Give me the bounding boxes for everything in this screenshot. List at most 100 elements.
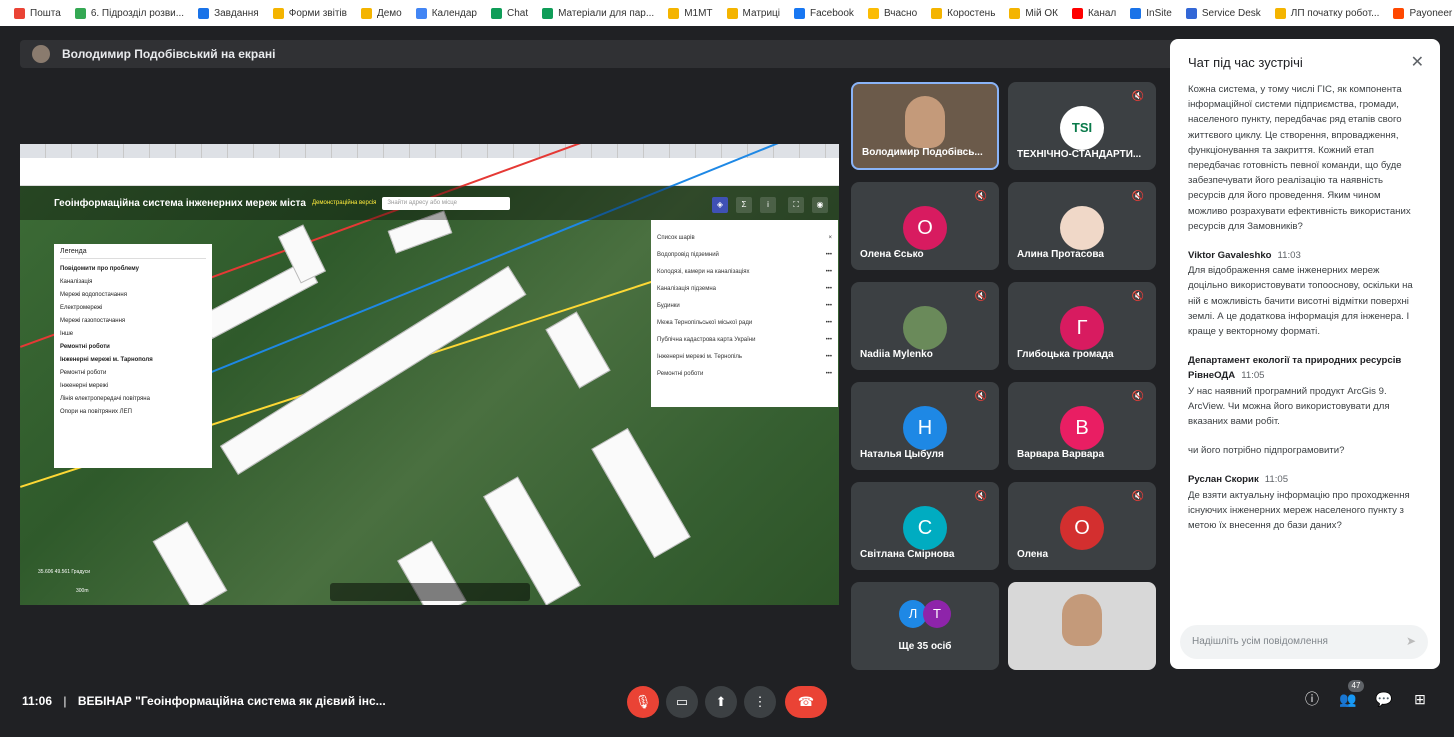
bookmark-item[interactable]: Пошта [14, 7, 61, 19]
participant-name: Алина Протасова [1017, 249, 1104, 260]
participant-name: Володимир Подобівсь... [862, 147, 983, 158]
chat-messages: Кожна система, у тому числі ГІС, як комп… [1188, 82, 1418, 547]
bookmark-icon [794, 7, 806, 19]
chat-message: Кожна система, у тому числі ГІС, як комп… [1188, 82, 1418, 234]
bookmark-icon [726, 7, 738, 19]
message-text: Кожна система, у тому числі ГІС, як комп… [1188, 84, 1411, 232]
participant-tile[interactable]: Л Т Ще 35 осіб [851, 582, 999, 670]
layer-item[interactable]: Межа Тернопільської міської ради ••• [657, 320, 832, 326]
message-sender: Viktor Gavaleshko 11:03 [1188, 250, 1301, 262]
participant-tile[interactable] [1008, 582, 1156, 670]
bookmark-item[interactable]: Facebook [794, 7, 854, 19]
presenter-banner-text: Володимир Подобівський на екрані [62, 47, 276, 61]
legend-item: Каналізація [60, 279, 93, 285]
participant-name: Наталья Цыбуля [860, 449, 944, 460]
layer-item[interactable]: Водопровід підземний ••• [657, 252, 832, 258]
bookmark-icon [542, 7, 554, 19]
bookmark-icon [668, 7, 680, 19]
participant-tile[interactable]: С Світлана Смірнова 🔇 [851, 482, 999, 570]
info-icon[interactable]: ⓘ [1301, 688, 1323, 710]
participant-name: Глибоцька громада [1017, 349, 1114, 360]
bookmark-item[interactable]: Chat [490, 7, 528, 19]
chat-message: Руслан Скорик 11:05 Де взяти актуальну інф… [1188, 472, 1418, 533]
send-icon[interactable]: ➤ [1406, 634, 1416, 648]
message-sender: Департамент екології та природних ресурс… [1188, 355, 1402, 382]
bookmark-item[interactable]: Завдання [198, 7, 259, 19]
layer-item[interactable]: Ремонтні роботи ••• [657, 371, 832, 377]
mic-muted-icon: 🔇 [1131, 291, 1144, 302]
chat-title: Чат під час зустрічі [1188, 55, 1303, 70]
bookmark-item[interactable]: Канал [1071, 7, 1116, 19]
layer-item[interactable]: Інженерні мережі м. Тернопіль ••• [657, 354, 832, 360]
presenter-avatar [32, 45, 50, 63]
leave-call-button[interactable]: ☎ [785, 686, 827, 718]
participant-tile[interactable]: В Варвара Варвара 🔇 [1008, 382, 1156, 470]
bookmark-icon [1393, 7, 1405, 19]
participant-tile[interactable]: Н Наталья Цыбуля 🔇 [851, 382, 999, 470]
chat-message: чи його потрібно підпрограмовити? [1188, 443, 1418, 458]
close-icon[interactable]: ✕ [1411, 52, 1424, 72]
fullscreen-icon[interactable]: ⛶ [788, 197, 804, 213]
map-toolbar[interactable] [330, 583, 530, 601]
participant-video [905, 96, 945, 148]
gis-header: Геоінформаційна система інженерних мереж… [20, 186, 839, 220]
participant-tile[interactable]: О Олена 🔇 [1008, 482, 1156, 570]
bookmark-item[interactable]: Service Desk [1185, 7, 1261, 19]
mic-muted-icon: 🔇 [974, 291, 987, 302]
legend-section: Ремонтні роботи [60, 344, 110, 350]
bookmark-item[interactable]: Матеріали для пар... [542, 7, 654, 19]
avatar [903, 306, 947, 350]
bookmark-item[interactable]: ЛП початку робот... [1274, 7, 1379, 19]
avatar: С [903, 506, 947, 550]
bookmark-item[interactable]: 6. Підрозділ розви... [74, 7, 184, 19]
bookmark-item[interactable]: InSite [1130, 7, 1172, 19]
bookmark-item[interactable]: Payoneer - My Acc... [1393, 7, 1454, 19]
bookmark-item[interactable]: Календар [415, 7, 477, 19]
bookmark-icon [360, 7, 372, 19]
present-button[interactable]: ⬆ [705, 686, 737, 718]
bookmark-item[interactable]: Коростень [931, 7, 995, 19]
bookmark-item[interactable]: Демо [360, 7, 402, 19]
sigma-icon[interactable]: Σ [736, 197, 752, 213]
layer-item[interactable]: Публічна кадастрова карта України ••• [657, 337, 832, 343]
participant-name: Ще 35 осіб [898, 641, 952, 652]
participant-tile[interactable]: Володимир Подобівсь... [851, 82, 999, 170]
bookmark-icon [867, 7, 879, 19]
participant-tile[interactable]: Алина Протасова 🔇 [1008, 182, 1156, 270]
bookmark-icon [1274, 7, 1286, 19]
legend-item: Інженерні мережі [60, 383, 109, 389]
legend-item: Мережі водопостачання [60, 292, 127, 298]
participant-video [1062, 594, 1102, 646]
participant-tile[interactable]: TSI ТЕХНІЧНО-СТАНДАРТИ... 🔇 [1008, 82, 1156, 170]
chat-input[interactable]: Надішліть усім повідомлення ➤ [1180, 625, 1428, 659]
bookmark-item[interactable]: Мій ОК [1009, 7, 1058, 19]
participant-name: Олена Єсько [860, 249, 924, 260]
avatar: О [903, 206, 947, 250]
legend-item: Ремонтні роботи [60, 370, 107, 376]
layer-item[interactable]: Каналізація підземна ••• [657, 286, 832, 292]
camera-button[interactable]: ▭ [666, 686, 698, 718]
info-icon[interactable]: i [760, 197, 776, 213]
bookmark-item[interactable]: Матриці [726, 7, 780, 19]
participant-tile[interactable]: О Олена Єсько 🔇 [851, 182, 999, 270]
more-options-button[interactable]: ⋮ [744, 686, 776, 718]
gis-search-input[interactable]: Знайти адресу або місце [382, 196, 511, 210]
activities-button[interactable]: ⊞ [1409, 688, 1431, 710]
layers-icon[interactable]: ◈ [712, 197, 728, 213]
chat-message: Viktor Gavaleshko 11:03 Для відображення с… [1188, 248, 1418, 339]
avatar: Н [903, 406, 947, 450]
participant-tile[interactable]: Г Глибоцька громада 🔇 [1008, 282, 1156, 370]
gis-map[interactable]: Геоінформаційна система інженерних мереж… [20, 144, 839, 605]
eye-icon[interactable]: ◉ [812, 197, 828, 213]
bookmark-item[interactable]: Форми звітів [272, 7, 347, 19]
bookmark-item[interactable]: M1MT [668, 7, 713, 19]
bookmark-item[interactable]: Вчасно [867, 7, 917, 19]
layer-item[interactable]: Будинки ••• [657, 303, 832, 309]
legend-item: Електромережі [60, 305, 103, 311]
participant-tile[interactable]: Nadiia Mylenko 🔇 [851, 282, 999, 370]
mic-muted-icon: 🔇 [974, 391, 987, 402]
participant-name: Олена [1017, 549, 1049, 560]
chat-button[interactable]: 💬 [1373, 688, 1395, 710]
layer-item[interactable]: Колодязі, камери на каналізаціях ••• [657, 269, 832, 275]
mic-off-button[interactable]: 🎙 [627, 686, 659, 718]
